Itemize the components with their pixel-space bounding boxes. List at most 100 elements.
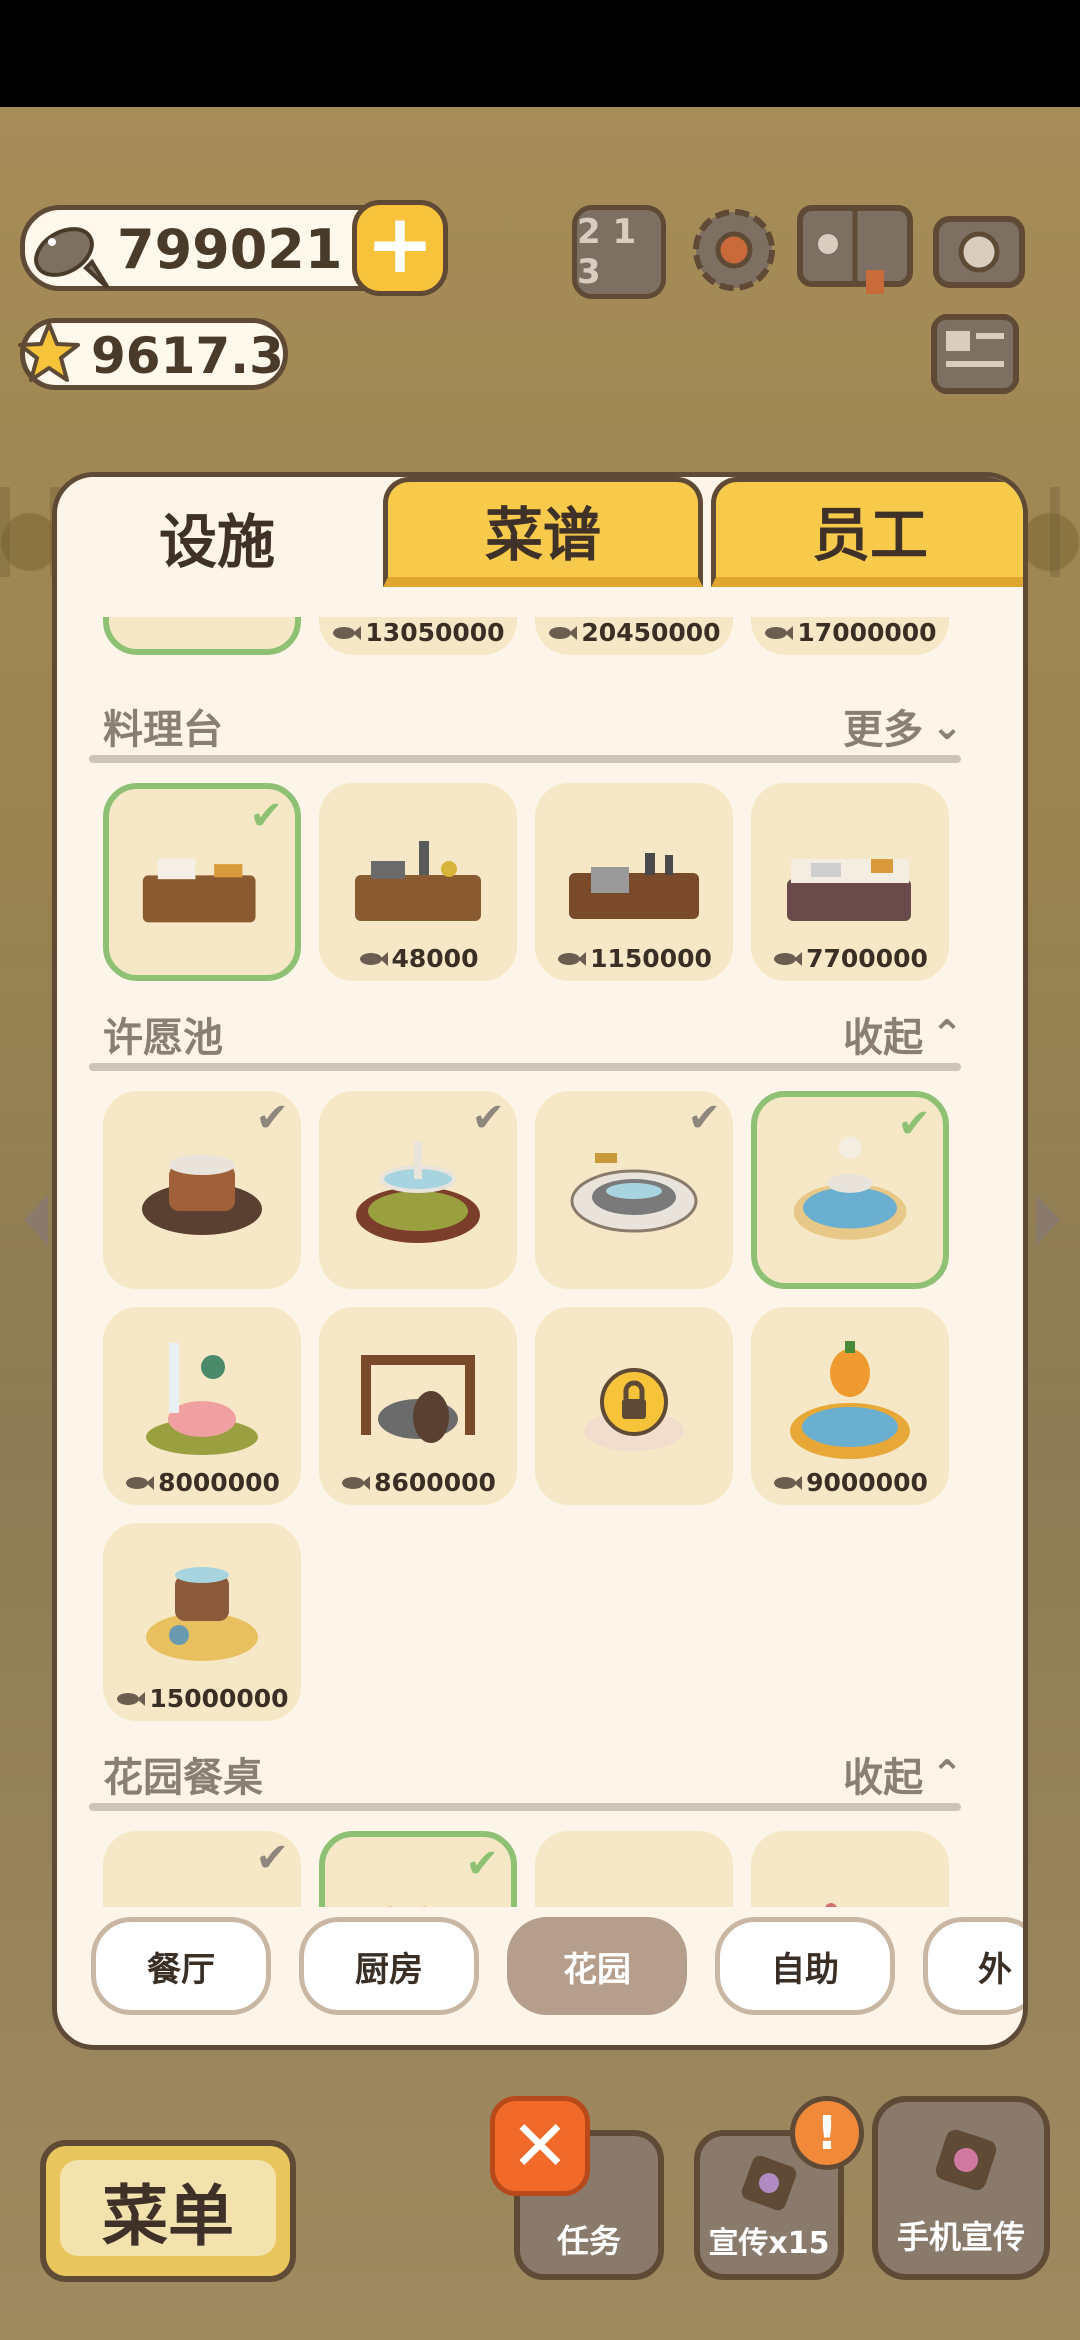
area-chip-buffet[interactable]: 自助 — [715, 1917, 895, 2015]
price-tag: 1150000 — [535, 944, 733, 973]
tasks-button-label: 任务 — [556, 2222, 621, 2260]
area-chip-label: 外 — [978, 1949, 1012, 1990]
price-tag: 20450000 — [535, 618, 733, 647]
section-title-wishing-well: 许愿池 — [103, 1015, 223, 1061]
price-value: 9000000 — [806, 1468, 928, 1497]
price-tag: 15000000 — [103, 1684, 301, 1713]
area-filter-bar: 餐厅 厨房 花园 自助 外 — [57, 1917, 1023, 2027]
price-value: 8600000 — [374, 1468, 496, 1497]
fish-icon — [359, 951, 388, 966]
tab-staff-label: 员工 — [811, 500, 928, 569]
tab-bar: 设施 菜谱 员工 — [57, 477, 1023, 597]
price-tag: 17000000 — [751, 618, 949, 647]
menu-button[interactable]: 菜单 — [40, 2140, 296, 2282]
facility-item[interactable] — [751, 1831, 949, 1907]
garden-table-art-icon — [388, 1906, 427, 1907]
price-tag: 9000000 — [751, 1468, 949, 1497]
facility-item[interactable] — [535, 1831, 733, 1907]
section-toggle-label: 收起 — [843, 1755, 924, 1801]
facility-item[interactable]: 17000000 — [751, 617, 949, 655]
tab-facilities-label: 设施 — [158, 508, 275, 576]
facility-item[interactable]: 48000 — [319, 783, 517, 981]
facility-item[interactable]: ✔ — [103, 1831, 301, 1907]
area-chip-label: 自助 — [771, 1949, 839, 1990]
facility-item[interactable]: ✔ — [319, 1831, 517, 1907]
area-chip-label: 餐厅 — [147, 1949, 215, 1990]
scroll-right-arrow-icon[interactable] — [1034, 1190, 1064, 1250]
facility-item[interactable]: ✔ — [103, 783, 301, 981]
facility-item[interactable]: 8600000 — [319, 1307, 517, 1505]
section-toggle-garden-table[interactable]: 收起 ⌃ — [843, 1745, 963, 1803]
promo-flyer-icon — [741, 2155, 797, 2211]
facility-item[interactable]: 20450000 — [535, 617, 733, 655]
fish-icon — [774, 1475, 803, 1490]
well-art-icon — [142, 1155, 262, 1235]
close-icon: ✕ — [510, 2105, 570, 2187]
price-value: 13050000 — [365, 618, 505, 647]
facility-item[interactable] — [535, 1307, 733, 1505]
chevron-up-icon: ⌃ — [931, 1752, 963, 1796]
phone-promo-button[interactable]: 手机宣传 — [872, 2096, 1050, 2280]
chevron-up-icon: ⌃ — [931, 1012, 963, 1056]
price-tag: 13050000 — [319, 618, 517, 647]
facility-item[interactable]: ✔ — [751, 1091, 949, 1289]
area-chip-restaurant[interactable]: 餐厅 — [91, 1917, 271, 2015]
facility-item[interactable] — [103, 617, 301, 655]
promo-button-label: 宣传x15 — [708, 2226, 830, 2261]
lock-icon — [600, 1368, 668, 1436]
close-button[interactable]: ✕ — [490, 2096, 590, 2196]
gear-icon[interactable] — [684, 200, 784, 300]
fish-icon — [333, 625, 362, 640]
price-value: 1150000 — [590, 944, 712, 973]
add-fish-button[interactable]: + — [352, 200, 448, 296]
facility-item[interactable]: 1150000 — [535, 783, 733, 981]
phone-promo-button-label: 手机宣传 — [896, 2218, 1025, 2256]
facility-item[interactable]: 15000000 — [103, 1523, 301, 1721]
fish-icon — [558, 951, 587, 966]
price-value: 20450000 — [581, 618, 721, 647]
counter-art-icon — [142, 858, 256, 923]
price-value: 7700000 — [806, 944, 928, 973]
facility-item[interactable]: 13050000 — [319, 617, 517, 655]
price-value: 48000 — [391, 944, 479, 973]
camera-icon[interactable] — [932, 205, 1026, 291]
price-value: 15000000 — [149, 1684, 289, 1713]
chevron-down-icon: ⌄ — [931, 704, 963, 748]
garden-table-art-icon — [825, 1903, 837, 1907]
facility-item[interactable]: ✔ — [535, 1091, 733, 1289]
scroll-left-arrow-icon[interactable] — [20, 1190, 50, 1250]
star-rating-value: 9617.3 — [91, 327, 284, 385]
leaderboard-icon[interactable]: 2 1 3 — [572, 205, 666, 299]
section-toggle-counter[interactable]: 更多 ⌄ — [843, 697, 963, 755]
facility-list[interactable]: 13050000 20450000 17000000 料理台 更多 ⌄ ✔ 480… — [57, 617, 1023, 1907]
tab-facilities[interactable]: 设施 — [57, 477, 377, 597]
area-chip-outside[interactable]: 外 — [923, 1917, 1023, 2015]
garden-table-art-icon — [103, 1831, 301, 1907]
section-divider — [89, 1063, 961, 1071]
section-toggle-label: 更多 — [843, 707, 924, 753]
alert-icon: ! — [790, 2096, 864, 2170]
menu-button-label: 菜单 — [102, 2178, 234, 2255]
area-chip-garden[interactable]: 花园 — [507, 1917, 687, 2015]
facility-item[interactable]: 8000000 — [103, 1307, 301, 1505]
section-title-counter: 料理台 — [103, 707, 223, 753]
catalog-book-icon[interactable] — [796, 200, 914, 296]
facility-item[interactable]: 7700000 — [751, 783, 949, 981]
facility-item[interactable]: ✔ — [103, 1091, 301, 1289]
newspaper-icon[interactable] — [930, 313, 1020, 395]
stone-pond-art-icon — [570, 1153, 698, 1233]
phone-promo-icon — [935, 2129, 997, 2191]
tab-recipes[interactable]: 菜谱 — [383, 477, 703, 587]
area-chip-kitchen[interactable]: 厨房 — [299, 1917, 479, 2015]
fish-icon — [765, 625, 794, 640]
cat-fountain-art-icon — [793, 1136, 907, 1240]
price-tag: 8000000 — [103, 1468, 301, 1497]
facility-item[interactable]: ✔ — [319, 1091, 517, 1289]
tab-staff[interactable]: 员工 — [711, 477, 1023, 587]
fish-icon — [549, 625, 578, 640]
section-title-garden-table: 花园餐桌 — [103, 1755, 263, 1801]
fish-icon — [117, 1691, 146, 1706]
fish-icon — [342, 1475, 371, 1490]
facility-item[interactable]: 9000000 — [751, 1307, 949, 1505]
section-toggle-wishing-well[interactable]: 收起 ⌃ — [843, 1005, 963, 1063]
